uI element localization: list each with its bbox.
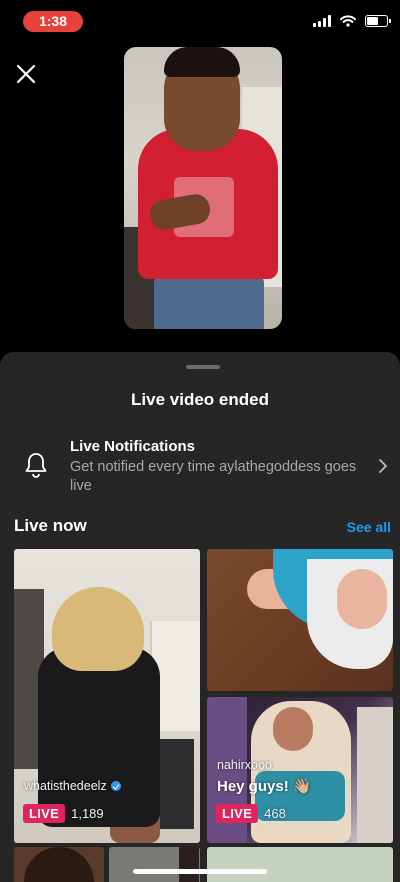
viewer-count: 468 xyxy=(264,806,286,821)
close-icon xyxy=(16,64,36,84)
close-button[interactable] xyxy=(12,60,40,88)
signal-icon xyxy=(313,15,331,27)
battery-icon xyxy=(365,15,391,27)
sheet-grabber[interactable] xyxy=(186,365,220,369)
notification-subtitle: Get notified every time aylathegoddess g… xyxy=(70,459,357,494)
sheet-title: Live video ended xyxy=(131,390,269,409)
system-icons xyxy=(313,15,391,27)
host-video-preview xyxy=(124,47,282,329)
live-ended-sheet: Live video ended Live Notifications Get … xyxy=(0,352,400,882)
home-indicator[interactable] xyxy=(133,869,267,874)
live-now-heading: Live now xyxy=(14,516,87,535)
stream-username: nahirxooo xyxy=(217,758,272,772)
wifi-icon xyxy=(340,15,356,27)
live-notifications-row[interactable]: Live Notifications Get notified every ti… xyxy=(0,436,400,496)
live-stream-tile[interactable] xyxy=(207,549,393,691)
live-stream-tile[interactable] xyxy=(109,847,200,882)
verified-icon xyxy=(110,781,121,791)
bell-icon xyxy=(25,453,47,478)
stream-badge-row: LIVE 468 xyxy=(216,804,286,823)
see-all-link[interactable]: See all xyxy=(347,519,391,535)
live-stream-tile[interactable] xyxy=(14,847,104,882)
stream-badge-row: LIVE 1,189 xyxy=(23,804,104,823)
live-stream-tile[interactable] xyxy=(207,847,393,882)
viewer-count: 1,189 xyxy=(71,806,104,821)
stream-username: whatisthedeelz xyxy=(24,779,121,793)
live-stream-tile[interactable]: nahirxooo Hey guys! 👋🏼 LIVE 468 xyxy=(207,697,393,843)
status-bar: 1:38 xyxy=(0,0,400,44)
live-badge: LIVE xyxy=(23,804,66,823)
live-stream-tile[interactable]: whatisthedeelz LIVE 1,189 xyxy=(14,549,200,843)
stream-caption: Hey guys! 👋🏼 xyxy=(217,778,312,795)
status-time: 1:38 xyxy=(23,11,83,32)
chevron-right-icon xyxy=(379,459,387,473)
live-badge: LIVE xyxy=(216,804,259,823)
notification-title: Live Notifications xyxy=(70,438,196,455)
